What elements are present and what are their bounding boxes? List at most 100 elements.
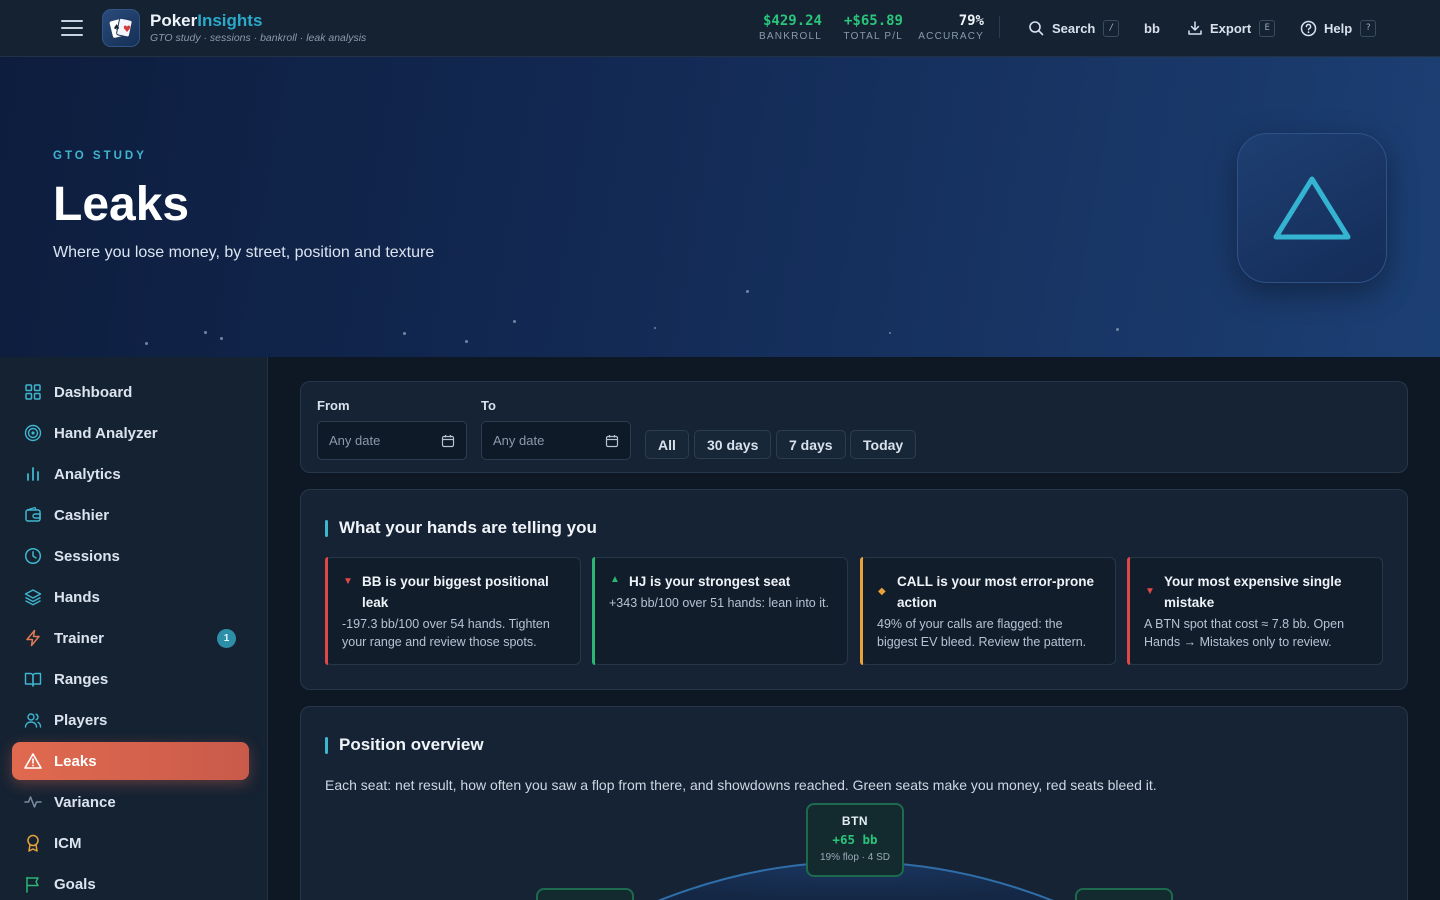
svg-text:♥: ♥	[123, 25, 131, 35]
position-overview-card: Position overview Each seat: net result,…	[300, 706, 1408, 900]
layers-icon	[24, 588, 42, 606]
hero-icon-tile	[1237, 133, 1387, 283]
page-title: Leaks	[53, 178, 190, 231]
sidebar-item-variance[interactable]: Variance	[12, 783, 249, 821]
seat-value: +65 bb	[832, 832, 878, 847]
insights-title: What your hands are telling you	[325, 518, 597, 538]
star-dot	[220, 337, 223, 340]
star-dot	[889, 332, 891, 334]
sidebar-item-label: ICM	[54, 834, 82, 852]
to-label: To	[481, 398, 496, 413]
sidebar-item-label: Hands	[54, 588, 100, 606]
sidebar-item-label: Goals	[54, 875, 96, 893]
star-dot	[654, 327, 656, 329]
unit-toggle[interactable]: bb	[1144, 16, 1160, 40]
insight-body: -197.3 bb/100 over 54 hands. Tighten you…	[342, 617, 550, 649]
sidebar-item-dashboard[interactable]: Dashboard	[12, 373, 249, 411]
calendar-icon[interactable]	[605, 434, 619, 448]
star-dot	[1116, 328, 1119, 331]
menu-icon[interactable]	[61, 18, 83, 38]
stat-bankroll: $429.24 BANKROLL	[759, 13, 822, 43]
unit-label: bb	[1144, 20, 1160, 36]
top-bar: ♥ ♠ PokerInsights GTO study · sessions ·…	[0, 0, 1440, 57]
pulse-icon	[24, 793, 42, 811]
range-all-button[interactable]: All	[645, 430, 689, 459]
insights-card: What your hands are telling you ▼ BB is …	[300, 489, 1408, 690]
help-button[interactable]: Help ?	[1300, 16, 1377, 40]
sidebar-item-hands[interactable]: Hands	[12, 578, 249, 616]
date-filter-card: From To Any date Any date All 30 days 7 …	[300, 381, 1408, 473]
from-date-input[interactable]: Any date	[317, 421, 467, 460]
insight-heading: BB is your biggest positional leak	[362, 574, 549, 610]
brand-tagline: GTO study · sessions · bankroll · leak a…	[150, 32, 367, 44]
target-icon	[24, 424, 42, 442]
sidebar-item-label: Dashboard	[54, 383, 133, 401]
divider	[999, 16, 1000, 38]
notification-badge: 1	[217, 629, 236, 648]
insight-body: A BTN spot that cost ≈ 7.8 bb. Open Hand…	[1144, 617, 1345, 649]
sidebar-item-label: Sessions	[54, 547, 120, 565]
insight-card[interactable]: ▼ BB is your biggest positional leak -19…	[325, 557, 581, 665]
star-dot	[746, 290, 749, 293]
seat-btn[interactable]: BTN +65 bb 19% flop · 4 SD	[806, 803, 904, 877]
book-icon	[24, 670, 42, 688]
wallet-icon	[24, 506, 42, 524]
sidebar: Dashboard Hand Analyzer Analytics Cashie…	[0, 357, 268, 900]
search-button[interactable]: Search /	[1028, 16, 1120, 40]
search-shortcut: /	[1103, 19, 1120, 37]
sidebar-item-label: Analytics	[54, 465, 121, 483]
stat-bankroll-label: BANKROLL	[759, 31, 822, 42]
sidebar-item-label: Cashier	[54, 506, 110, 524]
sidebar-item-hand-analyzer[interactable]: Hand Analyzer	[12, 414, 249, 452]
arrow-down-icon: ▼	[343, 576, 353, 587]
stat-accuracy-value: 79%	[958, 13, 984, 29]
sidebar-item-label: Variance	[54, 793, 116, 811]
sidebar-item-ranges[interactable]: Ranges	[12, 660, 249, 698]
flag-icon	[24, 875, 42, 893]
hero-banner: GTO STUDY Leaks Where you lose money, by…	[0, 57, 1440, 357]
sidebar-item-goals[interactable]: Goals	[12, 865, 249, 900]
range-today-button[interactable]: Today	[850, 430, 917, 459]
logo[interactable]: ♥ ♠	[102, 9, 140, 47]
stat-total-pl-label: TOTAL P/L	[843, 31, 903, 42]
insight-card[interactable]: ▼ Your most expensive single mistake A B…	[1127, 557, 1383, 665]
sidebar-item-players[interactable]: Players	[12, 701, 249, 739]
brand-name: PokerInsights	[150, 11, 366, 31]
seat-left[interactable]	[536, 888, 634, 900]
insight-card[interactable]: ◆ CALL is your most error-prone action 4…	[860, 557, 1116, 665]
export-button[interactable]: Export E	[1187, 16, 1276, 40]
sidebar-item-label: Trainer	[54, 629, 105, 647]
insight-body: 49% of your calls are flagged: the bigge…	[877, 617, 1087, 649]
clock-icon	[24, 547, 42, 565]
sidebar-item-label: Players	[54, 711, 108, 729]
sidebar-item-leaks[interactable]: Leaks	[12, 742, 249, 780]
range-30-days-button[interactable]: 30 days	[694, 430, 772, 459]
sidebar-item-cashier[interactable]: Cashier	[12, 496, 249, 534]
seat-right[interactable]	[1075, 888, 1173, 900]
bar-chart-icon	[24, 465, 42, 483]
cards-logo-icon: ♥ ♠	[109, 17, 133, 38]
insight-heading: CALL is your most error-prone action	[897, 574, 1095, 610]
from-label: From	[317, 398, 350, 413]
to-date-input[interactable]: Any date	[481, 421, 631, 460]
sidebar-item-analytics[interactable]: Analytics	[12, 455, 249, 493]
diamond-icon: ◆	[878, 586, 886, 597]
search-label: Search	[1052, 20, 1096, 36]
sidebar-item-sessions[interactable]: Sessions	[12, 537, 249, 575]
sidebar-item-label: Leaks	[54, 752, 97, 770]
insight-heading: HJ is your strongest seat	[629, 574, 791, 589]
help-circle-icon	[1300, 20, 1317, 36]
award-icon	[24, 834, 42, 852]
star-dot	[513, 320, 516, 323]
star-dot	[403, 332, 406, 335]
svg-text:♠: ♠	[113, 23, 120, 32]
grid-icon	[24, 383, 42, 401]
sidebar-item-trainer[interactable]: Trainer 1	[12, 619, 249, 657]
sidebar-item-icm[interactable]: ICM	[12, 824, 249, 862]
stat-total-pl-value: +$65.89	[843, 13, 903, 29]
export-label: Export	[1210, 20, 1252, 36]
range-7-days-button[interactable]: 7 days	[776, 430, 846, 459]
calendar-icon[interactable]	[441, 434, 455, 448]
from-date-placeholder: Any date	[329, 433, 381, 448]
insight-card[interactable]: ▲ HJ is your strongest seat +343 bb/100 …	[592, 557, 848, 665]
